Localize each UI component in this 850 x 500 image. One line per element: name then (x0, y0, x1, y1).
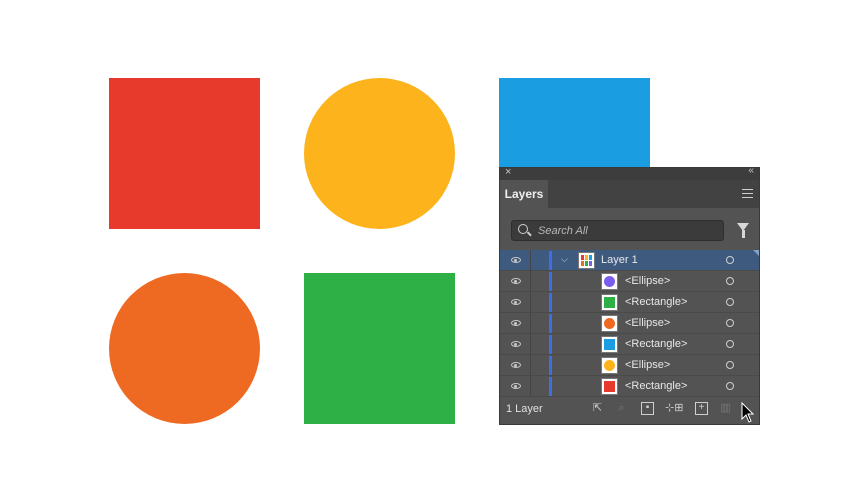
red-rectangle[interactable] (109, 78, 260, 229)
orange-ellipse[interactable] (109, 273, 260, 424)
layer-color-bar (549, 251, 552, 270)
visibility-eye-icon[interactable] (511, 341, 521, 347)
visibility-eye-icon[interactable] (511, 299, 521, 305)
layer-color-bar (549, 377, 552, 396)
visibility-eye-icon[interactable] (511, 383, 521, 389)
object-name[interactable]: <Ellipse> (625, 275, 670, 287)
chevron-down-icon[interactable]: ⌵ (561, 254, 568, 265)
panel-titlebar[interactable]: × ‹‹ (500, 165, 759, 180)
object-name[interactable]: <Rectangle> (625, 296, 687, 308)
layer-color-bar (549, 272, 552, 291)
delete-icon[interactable]: ▥ (719, 402, 732, 415)
new-layer-icon[interactable]: + (695, 402, 708, 415)
target-circle-icon[interactable] (726, 298, 734, 306)
target-circle-icon[interactable] (726, 277, 734, 285)
selection-corner-indicator (753, 250, 759, 256)
target-circle-icon[interactable] (726, 382, 734, 390)
tab-layers[interactable]: Layers (500, 180, 548, 208)
object-thumbnail (601, 378, 618, 395)
layer-color-bar (549, 293, 552, 312)
search-field[interactable] (511, 220, 724, 241)
visibility-eye-icon[interactable] (511, 320, 521, 326)
search-icon (518, 224, 528, 234)
collapse-icon[interactable]: ‹‹ (748, 165, 754, 176)
object-thumbnail (601, 357, 618, 374)
object-thumbnail (601, 273, 618, 290)
visibility-eye-icon[interactable] (511, 362, 521, 368)
sublayer-row[interactable]: <Ellipse> (500, 355, 759, 376)
sublayer-row[interactable]: <Ellipse> (500, 271, 759, 292)
layer-color-bar (549, 314, 552, 333)
object-thumbnail (601, 336, 618, 353)
layer-thumbnail (578, 252, 595, 269)
object-name[interactable]: <Rectangle> (625, 380, 687, 392)
visibility-eye-icon[interactable] (511, 257, 521, 263)
layer-color-bar (549, 335, 552, 354)
layers-panel: × ‹‹ Layers ⌵ Layer 1 <Ellipse> <Rectangl… (499, 165, 760, 425)
object-name[interactable]: <Rectangle> (625, 338, 687, 350)
sublayer-row[interactable]: <Rectangle> (500, 292, 759, 313)
panel-menu-icon[interactable] (742, 189, 753, 201)
close-icon[interactable]: × (505, 166, 511, 178)
green-rectangle[interactable] (304, 273, 455, 424)
object-thumbnail (601, 294, 618, 311)
sublayer-row[interactable]: <Ellipse> (500, 313, 759, 334)
layer-row[interactable]: ⌵ Layer 1 (500, 250, 759, 271)
mouse-cursor-icon (741, 402, 755, 423)
object-thumbnail (601, 315, 618, 332)
sublayer-icon[interactable]: ⊹⊞ (665, 402, 683, 415)
panel-tab-row: Layers (500, 180, 759, 208)
layer-name[interactable]: Layer 1 (601, 254, 638, 266)
target-circle-icon[interactable] (726, 319, 734, 327)
filter-icon[interactable] (737, 223, 749, 238)
layer-color-bar (549, 356, 552, 375)
export-icon[interactable]: ⇱ (591, 402, 604, 415)
layer-count: 1 Layer (506, 403, 543, 415)
target-circle-icon[interactable] (726, 361, 734, 369)
target-circle-icon[interactable] (726, 256, 734, 264)
layers-list: ⌵ Layer 1 <Ellipse> <Rectangle> <Ellipse> <… (500, 250, 759, 397)
sublayer-row[interactable]: <Rectangle> (500, 334, 759, 355)
clipping-mask-icon[interactable]: ▪ (641, 402, 654, 415)
locate-object-icon[interactable]: ⌕ (615, 402, 628, 415)
visibility-eye-icon[interactable] (511, 278, 521, 284)
target-circle-icon[interactable] (726, 340, 734, 348)
sublayer-row[interactable]: <Rectangle> (500, 376, 759, 397)
search-input[interactable] (538, 222, 718, 239)
object-name[interactable]: <Ellipse> (625, 317, 670, 329)
yellow-ellipse[interactable] (304, 78, 455, 229)
panel-footer: 1 Layer ⇱ ⌕ ▪ ⊹⊞ + ▥ (500, 397, 759, 424)
object-name[interactable]: <Ellipse> (625, 359, 670, 371)
